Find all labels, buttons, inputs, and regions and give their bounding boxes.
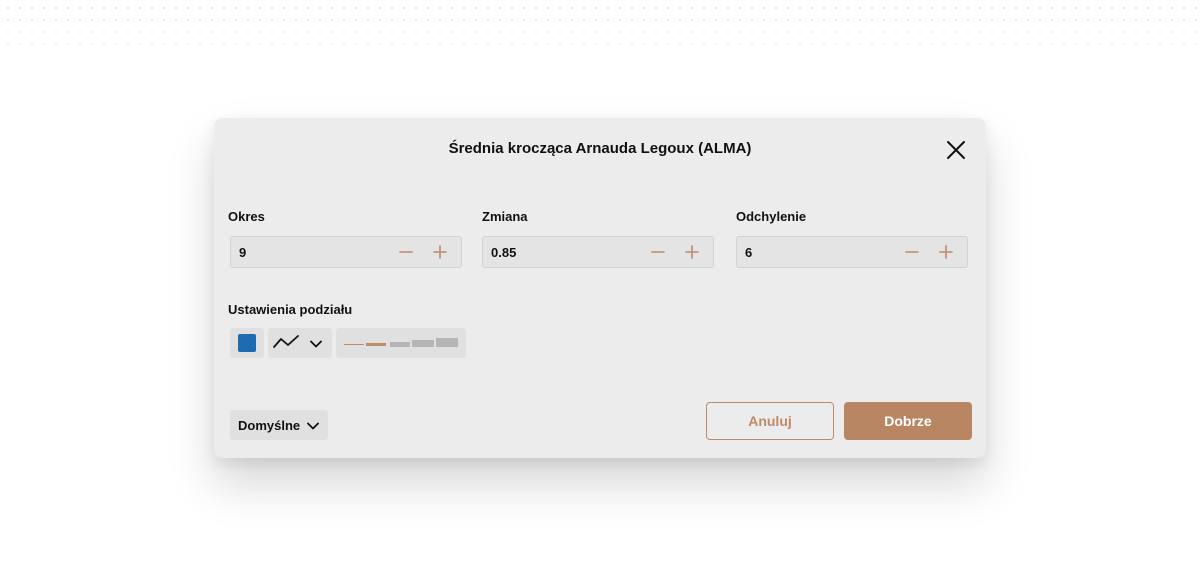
minus-icon[interactable]: [905, 245, 919, 259]
indicator-settings-dialog: Średnia krocząca Arnauda Legoux (ALMA) O…: [214, 118, 986, 458]
plus-icon[interactable]: [939, 245, 953, 259]
chevron-down-icon: [310, 337, 322, 349]
minus-icon[interactable]: [399, 245, 413, 259]
background-dot-pattern: [0, 0, 1200, 72]
line-thickness-selector[interactable]: [336, 328, 466, 358]
color-picker-button[interactable]: [230, 328, 264, 358]
thickness-option-3[interactable]: [390, 342, 410, 347]
cancel-button[interactable]: Anuluj: [706, 402, 834, 440]
period-label: Okres: [228, 209, 265, 224]
period-input[interactable]: 9: [230, 236, 462, 268]
offset-label: Zmiana: [482, 209, 528, 224]
plus-icon[interactable]: [433, 245, 447, 259]
thickness-option-1[interactable]: [344, 344, 364, 345]
offset-value[interactable]: 0.85: [491, 245, 516, 260]
offset-input[interactable]: 0.85: [482, 236, 714, 268]
ok-button[interactable]: Dobrze: [844, 402, 972, 440]
thickness-option-5[interactable]: [436, 338, 458, 347]
thickness-option-2[interactable]: [366, 343, 386, 346]
style-section-label: Ustawienia podziału: [228, 302, 353, 317]
color-swatch: [238, 334, 256, 352]
line-style-dropdown[interactable]: [268, 328, 332, 358]
close-icon[interactable]: [944, 138, 968, 162]
chevron-down-icon: [307, 419, 319, 431]
plus-icon[interactable]: [685, 245, 699, 259]
period-value[interactable]: 9: [239, 245, 246, 260]
defaults-label: Domyślne: [238, 418, 301, 433]
zigzag-line-icon: [272, 333, 300, 353]
sigma-value[interactable]: 6: [745, 245, 752, 260]
defaults-dropdown[interactable]: Domyślne: [230, 410, 328, 440]
dialog-title: Średnia krocząca Arnauda Legoux (ALMA): [448, 140, 752, 157]
sigma-input[interactable]: 6: [736, 236, 968, 268]
minus-icon[interactable]: [651, 245, 665, 259]
sigma-label: Odchylenie: [736, 209, 807, 224]
thickness-option-4[interactable]: [412, 340, 434, 347]
